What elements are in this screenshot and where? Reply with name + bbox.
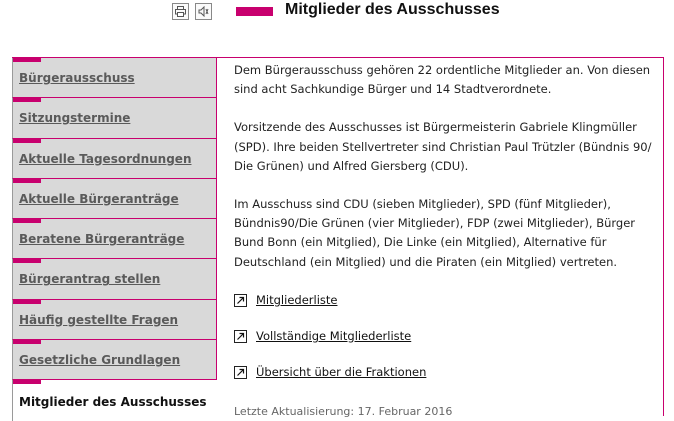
external-arrow-icon (234, 293, 247, 307)
sidebar-item-buergerantrag-stellen[interactable]: Bürgerantrag stellen (12, 259, 217, 300)
sidebar-item-haeufig-gestellte-fragen[interactable]: Häufig gestellte Fragen (12, 299, 217, 341)
sidebar-item-label: Gesetzliche Grundlagen (19, 353, 181, 368)
title-marker (236, 7, 273, 16)
nav-marker (13, 138, 41, 143)
link-vollstaendige-mitgliederliste[interactable]: Vollständige Mitgliederliste (234, 327, 658, 346)
link-label[interactable]: Mitgliederliste (256, 291, 337, 310)
sidebar-nav: Bürgerausschuss Sitzungstermine Aktuelle… (12, 58, 217, 421)
sidebar-item-gesetzliche-grundlagen[interactable]: Gesetzliche Grundlagen (12, 340, 217, 381)
link-label[interactable]: Vollständige Mitgliederliste (256, 327, 411, 346)
last-update: Letzte Aktualisierung: 17. Februar 2016 (234, 405, 453, 418)
sidebar-item-label: Bürgerausschuss (19, 71, 135, 85)
sidebar-item-aktuelle-buergerantraege[interactable]: Aktuelle Bürgeranträge (12, 178, 217, 220)
intro-paragraph: Dem Bürgerausschuss gehören 22 ordentlic… (234, 63, 651, 97)
sidebar-item-label: Häufig gestellte Fragen (19, 312, 179, 327)
tool-icons (172, 3, 212, 20)
page-title: Mitglieder des Ausschusses (285, 1, 500, 18)
nav-marker (13, 259, 41, 264)
nav-marker (13, 299, 41, 304)
content-frame-right (663, 57, 664, 416)
printer-icon[interactable] (172, 3, 189, 20)
sidebar-item-aktuelle-tagesordnungen[interactable]: Aktuelle Tagesordnungen (12, 138, 217, 179)
sidebar-item-sitzungstermine[interactable]: Sitzungstermine (12, 98, 217, 139)
sidebar-item-label: Aktuelle Bürgeranträge (19, 191, 179, 206)
sidebar-item-beratene-buergerantraege[interactable]: Beratene Bürgeranträge (12, 219, 217, 260)
nav-marker (13, 380, 41, 385)
nav-marker (13, 98, 41, 103)
nav-marker (13, 178, 41, 183)
external-arrow-icon (234, 365, 247, 379)
sidebar-item-mitglieder-des-ausschusses[interactable]: Mitglieder des Ausschusses (12, 380, 217, 421)
external-arrow-icon (234, 329, 247, 343)
link-uebersicht-fraktionen[interactable]: Übersicht über die Fraktionen (234, 363, 658, 382)
sidebar-item-label: Bürgerantrag stellen (19, 272, 161, 287)
nav-marker (13, 340, 41, 345)
parties-paragraph: Im Ausschuss sind CDU (sieben Mitglieder… (234, 197, 636, 269)
link-mitgliederliste[interactable]: Mitgliederliste (234, 291, 658, 310)
sidebar-item-buergerausschuss[interactable]: Bürgerausschuss (12, 58, 217, 99)
nav-marker (13, 219, 41, 224)
link-label[interactable]: Übersicht über die Fraktionen (256, 363, 426, 382)
speaker-icon[interactable] (195, 3, 212, 20)
sidebar-item-label: Mitglieder des Ausschusses (19, 395, 207, 410)
nav-marker (13, 58, 41, 62)
sidebar-item-label: Beratene Bürgeranträge (19, 232, 185, 247)
sidebar-item-label: Aktuelle Tagesordnungen (19, 151, 192, 166)
sidebar-item-label: Sitzungstermine (19, 111, 131, 126)
main-content: Dem Bürgerausschuss gehören 22 ordentlic… (234, 61, 658, 399)
chair-paragraph: Vorsitzende des Ausschusses ist Bürgerme… (234, 120, 652, 173)
